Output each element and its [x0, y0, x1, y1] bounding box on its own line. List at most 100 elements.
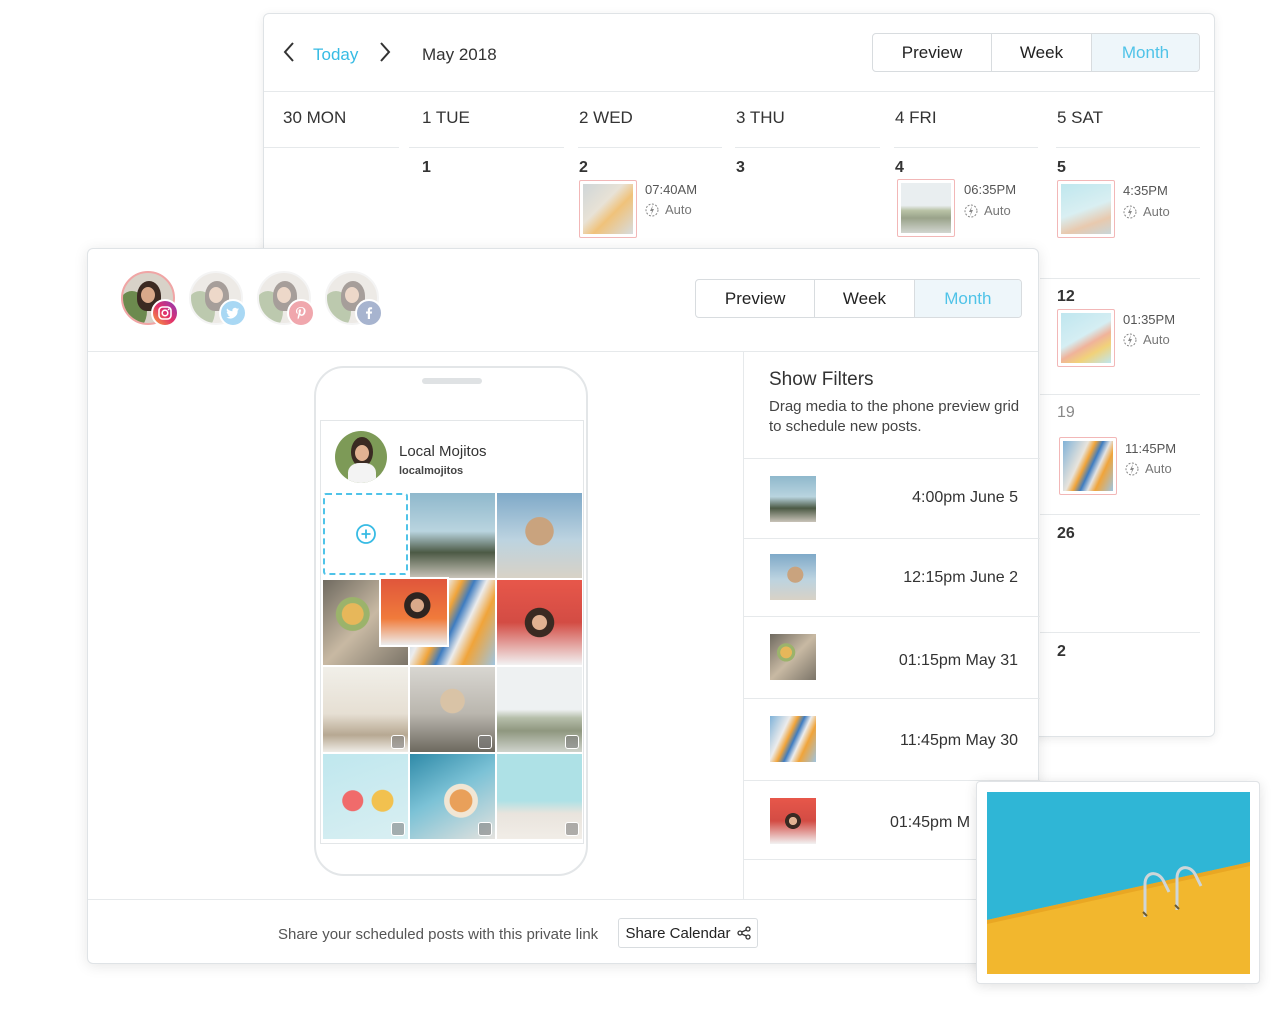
scheduled-post-thumbnail[interactable]: [897, 179, 955, 237]
day-header: 30 MON: [283, 108, 347, 127]
post-time: 01:35PM: [1123, 312, 1176, 327]
share-calendar-button[interactable]: Share Calendar: [618, 918, 758, 948]
instagram-icon: [565, 735, 579, 749]
view-week-button[interactable]: Week: [992, 34, 1092, 71]
queue-thumbnail: [770, 634, 816, 680]
scheduled-post-thumbnail[interactable]: [1059, 437, 1117, 495]
instagram-icon: [391, 822, 405, 836]
post-mode: Auto: [1123, 332, 1170, 347]
show-filters-title[interactable]: Show Filters: [769, 369, 874, 391]
phone-screen: Local Mojitos localmojitos: [320, 420, 584, 844]
grid-post-dragging[interactable]: [379, 577, 449, 647]
divider: [1040, 394, 1200, 395]
view-preview-button[interactable]: Preview: [873, 34, 992, 71]
post-time: 07:40AM: [645, 182, 698, 197]
account-facebook[interactable]: [325, 271, 383, 327]
grid-post[interactable]: [497, 754, 582, 839]
queue-item[interactable]: 01:15pm May 31: [744, 616, 1040, 698]
share-footer: Share your scheduled posts with this pri…: [88, 899, 1038, 965]
post-mode: Auto: [645, 202, 692, 217]
month-label: May 2018: [422, 45, 497, 64]
post-mode-label: Auto: [665, 202, 692, 217]
day-header: 1 TUE: [422, 108, 470, 127]
post-mode-label: Auto: [1145, 461, 1172, 476]
day-header: 4 FRI: [895, 108, 937, 127]
view-week-button[interactable]: Week: [815, 280, 915, 317]
scheduled-post-thumbnail[interactable]: [579, 180, 637, 238]
queue-thumbnail: [770, 716, 816, 762]
preview-panel: Preview Week Month Local Mojitos localmo…: [87, 248, 1040, 965]
divider: [1040, 514, 1200, 515]
grid-post[interactable]: [497, 580, 582, 665]
view-preview-button[interactable]: Preview: [696, 280, 816, 317]
date-number[interactable]: 12: [1057, 288, 1075, 306]
scheduled-post-thumbnail[interactable]: [1057, 180, 1115, 238]
date-number[interactable]: 1: [422, 159, 431, 177]
prev-arrow-icon[interactable]: [282, 41, 296, 63]
auto-publish-icon: [964, 204, 978, 217]
queue-time: 11:45pm May 30: [900, 732, 1018, 749]
date-number[interactable]: 4: [895, 159, 904, 177]
view-month-button[interactable]: Month: [1092, 34, 1199, 71]
facebook-icon: [355, 299, 383, 327]
day-header: 3 THU: [736, 108, 785, 127]
dragged-media-card[interactable]: [976, 781, 1260, 984]
queue-item[interactable]: 11:45pm May 30: [744, 698, 1040, 780]
grid-post[interactable]: [410, 493, 495, 578]
pool-photo: [987, 792, 1250, 974]
account-pinterest[interactable]: [257, 271, 315, 327]
filters-description: Drag media to the phone preview grid to …: [769, 398, 1020, 435]
auto-publish-icon: [645, 203, 659, 216]
share-calendar-label: Share Calendar: [625, 924, 731, 942]
preview-header: Preview Week Month: [88, 249, 1038, 352]
divider: [735, 147, 880, 148]
instagram-icon: [151, 299, 179, 327]
calendar-view-switcher: Preview Week Month: [872, 33, 1200, 72]
share-description: Share your scheduled posts with this pri…: [278, 926, 599, 943]
queue-item[interactable]: 4:00pm June 5: [744, 458, 1040, 538]
date-number[interactable]: 2: [1057, 643, 1066, 661]
scheduled-post-thumbnail[interactable]: [1057, 309, 1115, 367]
grid-post[interactable]: [323, 667, 408, 752]
twitter-icon: [219, 299, 247, 327]
date-number[interactable]: 5: [1057, 159, 1066, 177]
view-month-button[interactable]: Month: [914, 280, 1021, 317]
grid-post[interactable]: [323, 754, 408, 839]
profile-name: Local Mojitos: [399, 443, 487, 460]
queue-time: 12:15pm June 2: [903, 569, 1018, 586]
account-instagram[interactable]: [121, 271, 179, 327]
date-number[interactable]: 3: [736, 159, 745, 177]
auto-publish-icon: [1125, 462, 1139, 475]
queue-thumbnail: [770, 798, 816, 844]
date-number[interactable]: 2: [579, 159, 588, 177]
phone-speaker: [422, 378, 482, 384]
grid-post[interactable]: [497, 493, 582, 578]
phone-preview: Local Mojitos localmojitos: [314, 366, 588, 876]
divider: [578, 147, 722, 148]
auto-publish-icon: [1123, 333, 1137, 346]
divider: [409, 147, 564, 148]
divider: [1040, 278, 1200, 279]
post-mode-label: Auto: [1143, 204, 1170, 219]
date-number[interactable]: 26: [1057, 525, 1075, 543]
date-number[interactable]: 19: [1057, 404, 1075, 422]
account-twitter[interactable]: [189, 271, 247, 327]
post-mode: Auto: [964, 203, 1011, 218]
day-header: 2 WED: [579, 108, 633, 127]
grid-post[interactable]: [410, 754, 495, 839]
auto-publish-icon: [1123, 205, 1137, 218]
post-mode-label: Auto: [984, 203, 1011, 218]
instagram-icon: [565, 822, 579, 836]
today-button[interactable]: Today: [313, 45, 358, 65]
post-mode-label: Auto: [1143, 332, 1170, 347]
post-mode: Auto: [1125, 461, 1172, 476]
queue-item[interactable]: 12:15pm June 2: [744, 538, 1040, 616]
add-post-slot[interactable]: [323, 493, 408, 575]
instagram-icon: [478, 735, 492, 749]
grid-post[interactable]: [497, 667, 582, 752]
next-arrow-icon[interactable]: [378, 41, 392, 63]
queue-thumbnail: [770, 554, 816, 600]
grid-post[interactable]: [410, 667, 495, 752]
add-circle-icon: [355, 524, 376, 544]
queue-time: 4:00pm June 5: [912, 489, 1018, 506]
